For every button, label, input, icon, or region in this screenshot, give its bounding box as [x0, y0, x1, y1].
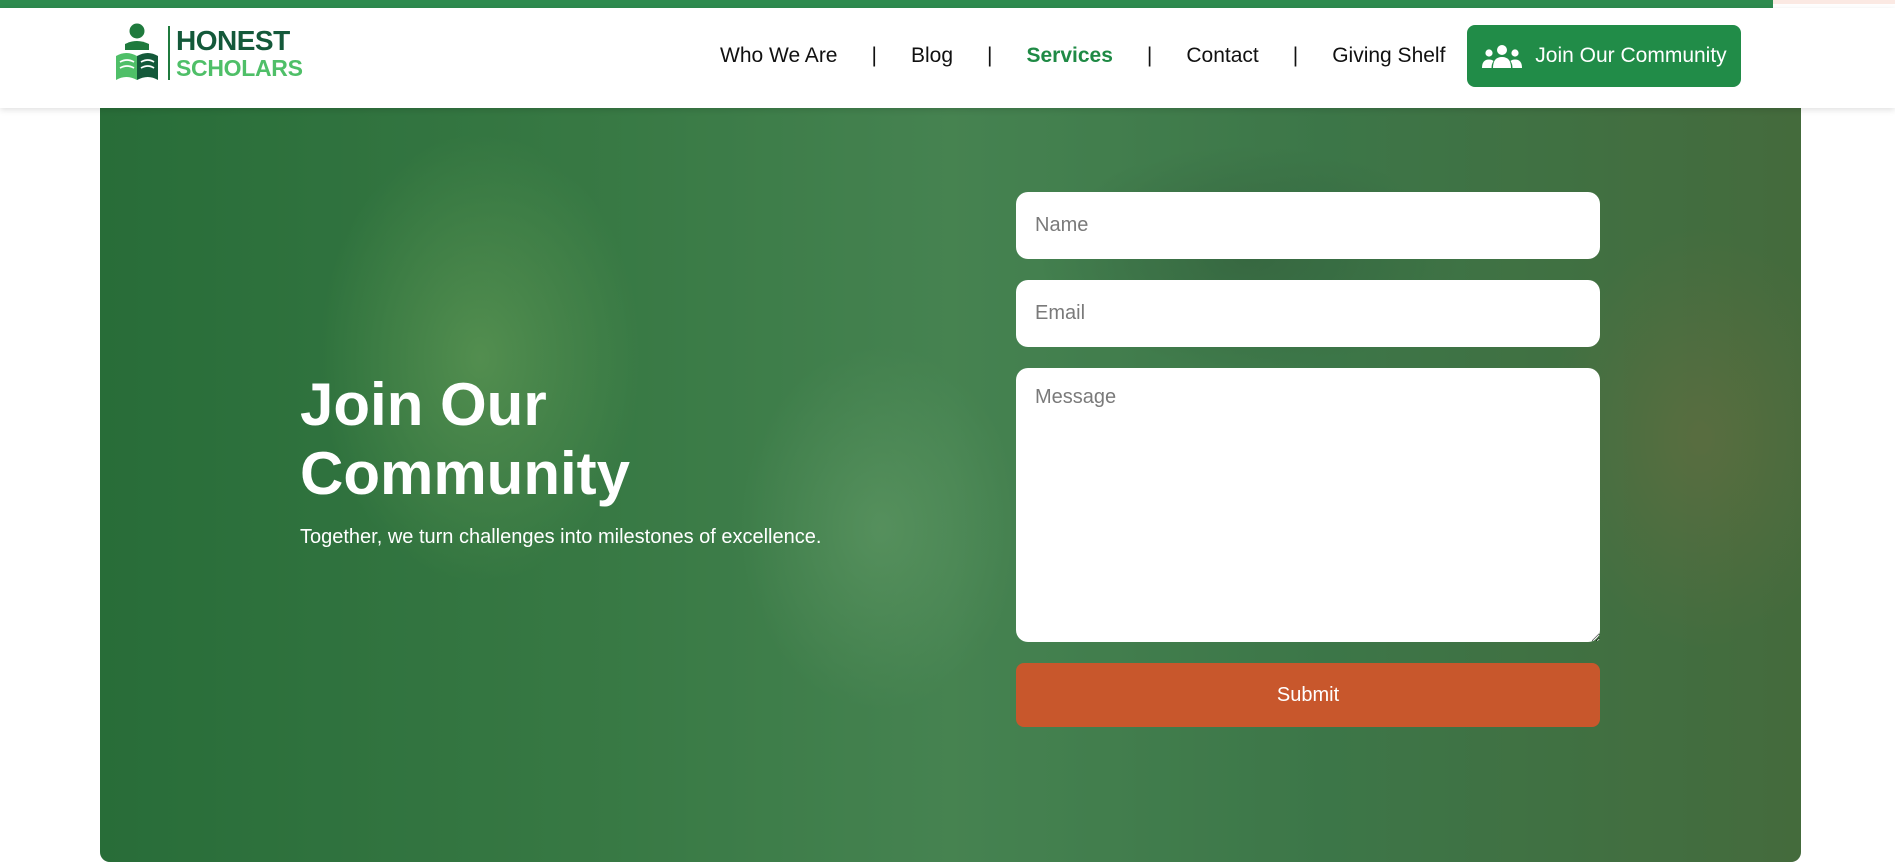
- join-community-button[interactable]: Join Our Community: [1467, 25, 1741, 87]
- logo-divider: [168, 26, 170, 80]
- email-field[interactable]: [1016, 280, 1600, 347]
- nav-giving-shelf[interactable]: Giving Shelf: [1332, 44, 1445, 68]
- brand-wordmark: HONEST SCHOLARS: [176, 24, 303, 81]
- hero-subtitle: Together, we turn challenges into milest…: [300, 526, 822, 548]
- nav-separator: |: [1292, 44, 1299, 67]
- nav-separator: |: [871, 44, 877, 67]
- nav-contact[interactable]: Contact: [1186, 44, 1258, 68]
- message-field[interactable]: [1016, 368, 1600, 642]
- top-accent-bar: [0, 0, 1773, 8]
- brand-logo[interactable]: HONEST SCHOLARS: [112, 18, 303, 88]
- site-header: HONEST SCHOLARS Who We Are | Blog | Serv…: [0, 8, 1895, 108]
- brand-line-2: SCHOLARS: [176, 54, 303, 81]
- nav-who-we-are[interactable]: Who We Are: [720, 44, 838, 68]
- nav-separator: |: [987, 44, 993, 67]
- top-accent-bar-rest: [1773, 0, 1895, 4]
- nav-blog[interactable]: Blog: [911, 44, 953, 68]
- hero-title: Join Our Community: [300, 371, 630, 507]
- users-icon: [1482, 45, 1523, 68]
- brand-line-1: HONEST: [176, 24, 290, 56]
- hero-section: Join Our Community Together, we turn cha…: [100, 108, 1801, 862]
- submit-button[interactable]: Submit: [1016, 663, 1600, 727]
- name-field[interactable]: [1016, 192, 1600, 259]
- nav-services[interactable]: Services: [1026, 44, 1112, 68]
- main-nav: Who We Are | Blog | Services | Contact |…: [720, 44, 1445, 68]
- nav-separator: |: [1146, 44, 1153, 67]
- join-community-label: Join Our Community: [1535, 44, 1727, 67]
- scholar-logo-icon: [116, 23, 158, 80]
